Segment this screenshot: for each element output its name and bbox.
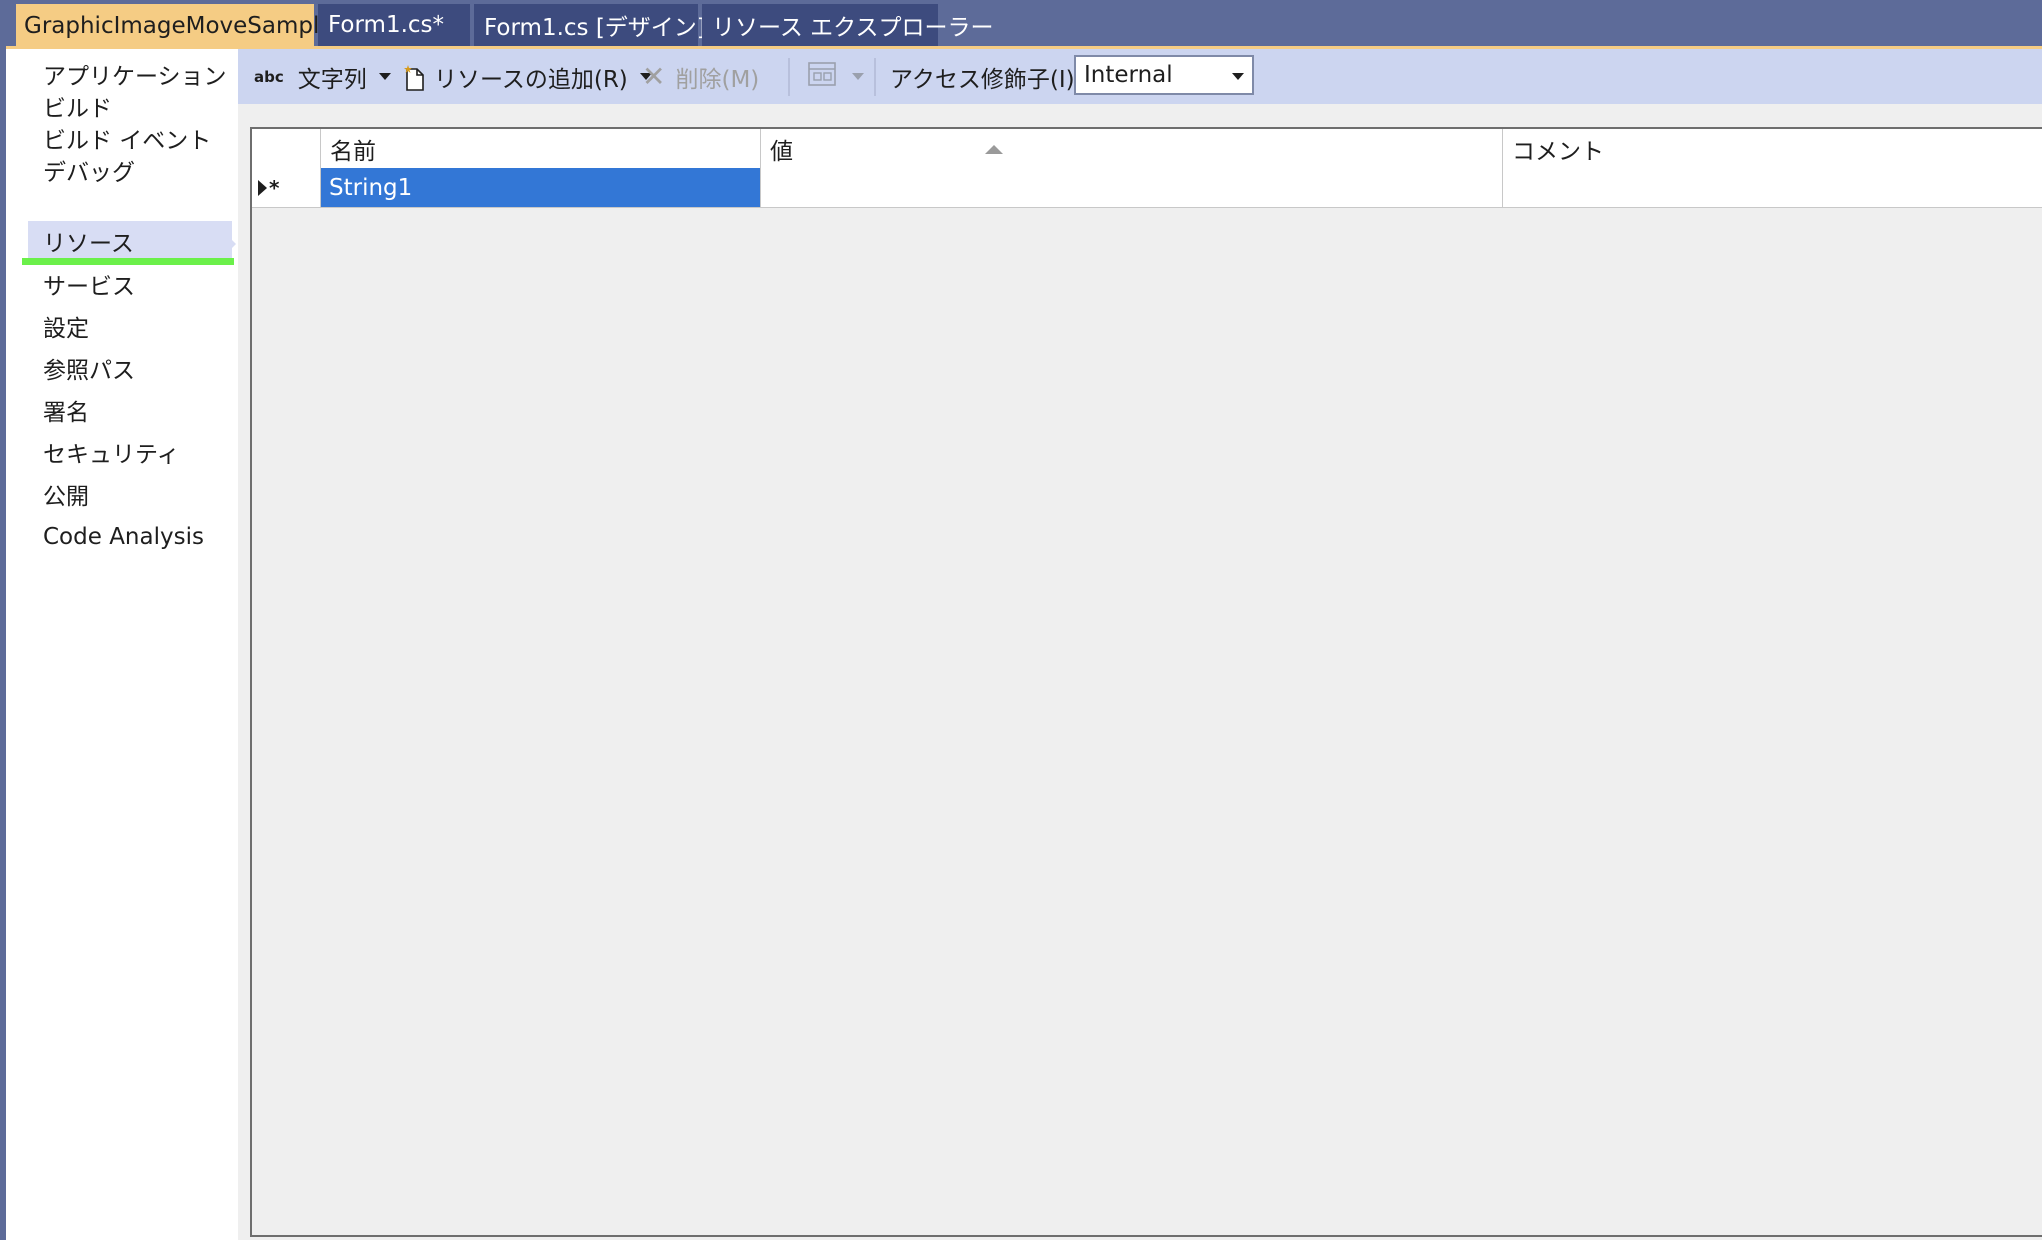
tab-label: Form1.cs [デザイン]* — [484, 15, 718, 41]
visual-studio-window: GraphicImageMoveSample ⊣ × Form1.cs* For… — [0, 0, 2042, 1240]
view-mode-dropdown[interactable] — [808, 49, 864, 104]
column-header-label: 名前 — [330, 138, 376, 165]
cell-comment[interactable] — [1503, 168, 2042, 207]
resource-type-label: 文字列 — [297, 66, 367, 93]
sidebar-item-label: デバッグ — [43, 160, 135, 186]
sidebar-item-publish[interactable]: 公開 — [28, 474, 232, 514]
sidebar-item-debug[interactable]: デバッグ — [28, 150, 232, 190]
grid-header-row: 名前 値 コメント — [252, 129, 2042, 169]
sidebar-item-security[interactable]: セキュリティ — [28, 432, 232, 472]
column-divider — [1502, 168, 1503, 207]
delete-resource-button[interactable]: ✕ 削除(M) — [642, 49, 759, 104]
document-tab-strip: GraphicImageMoveSample ⊣ × Form1.cs* For… — [6, 0, 2042, 48]
column-divider — [320, 129, 321, 168]
abc-string-icon: abc — [254, 67, 284, 86]
delete-x-icon: ✕ — [642, 60, 666, 93]
property-pages-sidebar: アプリケーション ビルド ビルド イベント デバッグ リソース サービス 設定 … — [20, 49, 238, 1240]
sidebar-item-label: 署名 — [43, 400, 89, 426]
column-divider — [760, 129, 761, 168]
sidebar-item-services[interactable]: サービス — [28, 264, 232, 304]
sidebar-item-code-analysis[interactable]: Code Analysis — [28, 517, 232, 557]
column-header-label: コメント — [1512, 138, 1604, 165]
sidebar-item-label: セキュリティ — [43, 442, 180, 468]
add-resource-button[interactable]: リソースの追加(R) — [404, 49, 652, 104]
column-header-comment[interactable]: コメント — [1502, 129, 2042, 168]
cell-name[interactable]: String1 — [321, 168, 760, 207]
column-divider — [1502, 129, 1503, 168]
column-header-label: 値 — [770, 138, 793, 165]
tab-resource-explorer[interactable]: リソース エクスプローラー — [702, 4, 993, 46]
access-modifier-label: アクセス修飾子(I): — [890, 66, 1083, 93]
toolbar-separator — [874, 58, 876, 96]
cell-text: String1 — [329, 174, 413, 201]
sidebar-item-signing[interactable]: 署名 — [28, 390, 232, 430]
chevron-down-icon — [852, 73, 864, 80]
column-divider — [760, 168, 761, 207]
tab-form1-design[interactable]: Form1.cs [デザイン]* — [474, 4, 717, 46]
sidebar-item-label: サービス — [43, 274, 135, 300]
column-header-value[interactable]: 値 — [760, 129, 1500, 168]
add-resource-label: リソースの追加(R) — [434, 66, 628, 93]
delete-label: 削除(M) — [675, 66, 760, 93]
toolbar-separator — [788, 58, 790, 96]
table-row[interactable]: * String1 — [252, 168, 2042, 208]
new-row-indicator: * — [258, 168, 279, 207]
cell-value[interactable] — [761, 168, 1502, 207]
tab-project-properties[interactable]: GraphicImageMoveSample ⊣ × — [16, 4, 405, 48]
sidebar-item-label: Code Analysis — [43, 524, 204, 550]
resource-grid — [250, 127, 2042, 1237]
sidebar-item-settings[interactable]: 設定 — [28, 306, 232, 346]
access-modifier-select[interactable]: Internal — [1074, 55, 1254, 95]
sidebar-item-label: リソース — [43, 231, 134, 257]
access-modifier-value: Internal — [1084, 62, 1173, 88]
sidebar-item-label: 公開 — [43, 484, 89, 510]
sidebar-item-label: 参照パス — [43, 358, 135, 384]
tab-label: GraphicImageMoveSample — [24, 13, 334, 39]
column-header-name[interactable]: 名前 — [320, 129, 756, 168]
new-file-icon — [404, 64, 424, 91]
sidebar-item-resources[interactable]: リソース — [28, 221, 232, 261]
new-row-asterisk: * — [269, 175, 280, 200]
chevron-down-icon — [378, 73, 391, 80]
column-divider — [320, 168, 321, 207]
chevron-down-icon — [1232, 73, 1244, 80]
tab-form1-cs[interactable]: Form1.cs* — [318, 4, 470, 46]
view-layout-icon — [808, 61, 836, 92]
sidebar-item-reference-paths[interactable]: 参照パス — [28, 348, 232, 388]
tab-label: リソース エクスプローラー — [712, 15, 994, 41]
resource-type-dropdown[interactable]: abc 文字列 — [254, 49, 391, 104]
selected-item-notch — [228, 236, 236, 252]
sidebar-item-label: 設定 — [43, 316, 89, 342]
tab-label: Form1.cs* — [328, 12, 445, 38]
current-row-icon — [258, 179, 267, 196]
selected-item-underline — [22, 258, 234, 265]
